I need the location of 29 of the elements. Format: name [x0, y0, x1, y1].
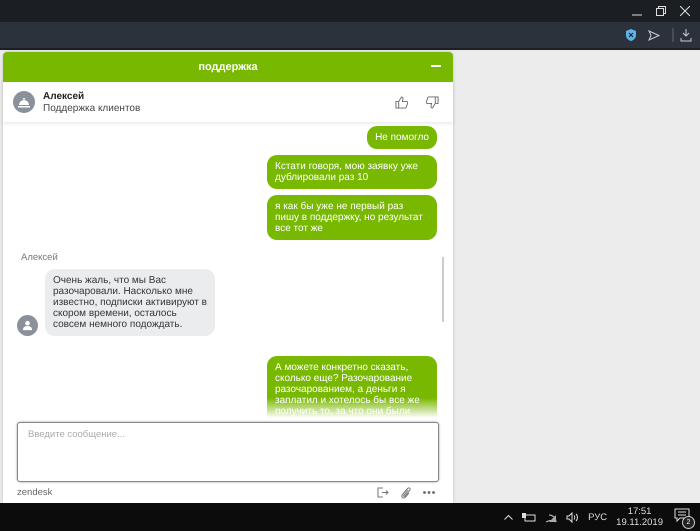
close-icon[interactable] — [680, 6, 690, 16]
bell-avatar-icon — [13, 91, 35, 113]
send-icon[interactable] — [648, 30, 660, 40]
clock-time[interactable]: 17:51 — [628, 506, 652, 517]
message-input[interactable]: Введите сообщение... — [17, 422, 439, 482]
download-icon[interactable] — [672, 28, 692, 42]
restore-icon[interactable] — [656, 6, 666, 16]
visitor-message: я как бы уже не первый раз пишу в поддержку, но результат все тот же — [267, 195, 437, 240]
thumbs-down-button[interactable] — [426, 96, 439, 108]
chevron-up-icon[interactable] — [504, 514, 514, 520]
more-icon[interactable] — [423, 491, 435, 494]
thumbs-up-button[interactable] — [395, 96, 408, 108]
language-indicator[interactable]: РУС — [588, 512, 608, 522]
shield-icon[interactable] — [626, 29, 636, 41]
visitor-message: Не помогло — [367, 126, 437, 149]
visitor-message: А можете конкретно сказать, сколько еще? Разочарование разочарованием, а деньги я заплатил и хотелось бы все же получить то, за что они были — [267, 356, 437, 418]
agent-message: Очень жаль, что мы Вас разочаровали. Насколько мне известно, подписки активируют в скором времени, осталось совсем немного подождать. — [45, 269, 215, 336]
scrollbar[interactable] — [442, 257, 444, 322]
sender-name: Алексей — [21, 252, 59, 263]
visitor-message: Кстати говоря, мою заявку уже дублировали раз 10 — [267, 155, 437, 189]
brand-name: zendesk — [17, 487, 54, 498]
chat-title: поддержка — [198, 61, 258, 73]
paperclip-icon[interactable] — [401, 486, 411, 498]
speaker-icon[interactable] — [566, 512, 580, 522]
exit-icon[interactable] — [377, 487, 389, 498]
person-avatar-icon — [17, 315, 38, 336]
clock-date[interactable]: 19.11.2019 — [616, 517, 663, 528]
agent-name: Алексей — [43, 90, 86, 102]
agent-role: Поддержка клиентов — [43, 102, 142, 114]
